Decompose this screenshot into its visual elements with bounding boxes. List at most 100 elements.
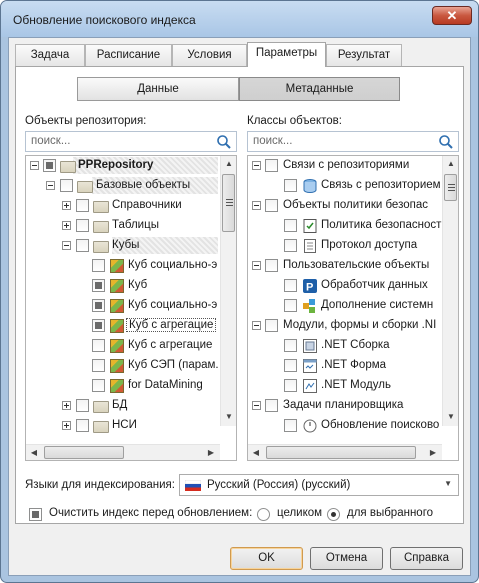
ok-button[interactable]: OK bbox=[230, 547, 303, 570]
expand-icon[interactable] bbox=[62, 201, 71, 210]
expand-icon[interactable] bbox=[62, 221, 71, 230]
checkbox[interactable] bbox=[76, 219, 89, 232]
collapse-icon[interactable] bbox=[252, 401, 261, 410]
scroll-thumb[interactable] bbox=[266, 446, 416, 459]
parameters-panel: Данные Метаданные Объекты репозитория: К… bbox=[15, 66, 464, 524]
checkbox[interactable] bbox=[92, 339, 105, 352]
checkbox[interactable] bbox=[284, 179, 297, 192]
collapse-icon[interactable] bbox=[62, 241, 71, 250]
checkbox[interactable] bbox=[265, 399, 278, 412]
scroll-left-icon[interactable]: ◀ bbox=[248, 445, 264, 460]
checkbox[interactable] bbox=[284, 419, 297, 432]
search-icon[interactable] bbox=[438, 134, 454, 150]
checkbox[interactable] bbox=[76, 419, 89, 432]
cube-icon bbox=[110, 299, 124, 313]
collapse-icon[interactable] bbox=[252, 161, 261, 170]
checkbox[interactable] bbox=[284, 339, 297, 352]
net-assembly-icon bbox=[303, 339, 317, 353]
tree-item-label: Куб социально-э bbox=[128, 299, 218, 311]
search-icon[interactable] bbox=[216, 134, 232, 150]
checkbox[interactable] bbox=[265, 259, 278, 272]
checkbox[interactable] bbox=[265, 159, 278, 172]
help-button[interactable]: Справка bbox=[390, 547, 463, 570]
collapse-icon[interactable] bbox=[30, 161, 39, 170]
tab-parameters[interactable]: Параметры bbox=[247, 42, 326, 67]
checkbox[interactable] bbox=[76, 199, 89, 212]
folder-icon bbox=[77, 181, 93, 193]
search-placeholder: поиск... bbox=[253, 135, 293, 147]
checkbox[interactable] bbox=[76, 239, 89, 252]
close-button[interactable]: ✕ bbox=[432, 6, 472, 25]
checkbox[interactable] bbox=[92, 259, 105, 272]
checkbox[interactable] bbox=[92, 299, 105, 312]
russian-flag-icon bbox=[185, 480, 201, 491]
tree-item-label: Базовые объекты bbox=[96, 179, 191, 191]
scroll-up-icon[interactable]: ▲ bbox=[221, 156, 236, 172]
cube-icon bbox=[110, 339, 124, 353]
repository-tree[interactable]: PPRepository Базовые объекты Справочники bbox=[25, 155, 237, 461]
task-icon bbox=[303, 419, 317, 433]
folder-icon bbox=[93, 201, 109, 213]
collapse-icon[interactable] bbox=[46, 181, 55, 190]
scroll-down-icon[interactable]: ▼ bbox=[443, 409, 458, 425]
data-toggle-button[interactable]: Данные bbox=[77, 77, 239, 101]
scroll-right-icon[interactable]: ▶ bbox=[203, 445, 219, 460]
collapse-icon[interactable] bbox=[252, 321, 261, 330]
checkbox[interactable] bbox=[284, 379, 297, 392]
policy-icon bbox=[303, 219, 317, 233]
languages-select[interactable]: Русский (Россия) (русский) ▼ bbox=[179, 474, 459, 496]
metadata-toggle-button[interactable]: Метаданные bbox=[239, 77, 400, 101]
checkbox[interactable] bbox=[92, 279, 105, 292]
tree-item-label: Куб bbox=[128, 279, 148, 291]
clear-all-label: целиком bbox=[277, 507, 323, 519]
tree-item-label: Куб с агрегацие bbox=[128, 339, 213, 351]
grip-line bbox=[448, 184, 455, 185]
horizontal-scrollbar[interactable]: ◀ ▶ bbox=[26, 444, 220, 460]
checkbox[interactable] bbox=[265, 319, 278, 332]
tab-task[interactable]: Задача bbox=[15, 44, 85, 66]
checkbox[interactable] bbox=[265, 199, 278, 212]
scroll-thumb[interactable] bbox=[444, 174, 457, 201]
scroll-thumb[interactable] bbox=[44, 446, 124, 459]
cancel-button[interactable]: Отмена bbox=[310, 547, 383, 570]
collapse-icon[interactable] bbox=[252, 261, 261, 270]
scroll-up-icon[interactable]: ▲ bbox=[443, 156, 458, 172]
vertical-scrollbar[interactable]: ▲ ▼ bbox=[220, 156, 236, 426]
expand-icon[interactable] bbox=[62, 421, 71, 430]
folder-icon bbox=[60, 161, 76, 173]
classes-search-input[interactable]: поиск... bbox=[247, 131, 459, 152]
checkbox[interactable] bbox=[43, 159, 56, 172]
checkbox[interactable] bbox=[60, 179, 73, 192]
checkbox[interactable] bbox=[284, 239, 297, 252]
dialog-client: Задача Расписание Условия Параметры Резу… bbox=[8, 37, 471, 576]
checkbox[interactable] bbox=[92, 319, 105, 332]
checkbox[interactable] bbox=[92, 379, 105, 392]
checkbox[interactable] bbox=[284, 359, 297, 372]
tab-result[interactable]: Результат bbox=[326, 44, 402, 66]
expand-icon[interactable] bbox=[62, 401, 71, 410]
horizontal-scrollbar[interactable]: ◀ ▶ bbox=[248, 444, 442, 460]
checkbox[interactable] bbox=[92, 359, 105, 372]
clear-all-radio[interactable] bbox=[257, 508, 270, 521]
checkbox[interactable] bbox=[284, 219, 297, 232]
tree-item-label: Политика безопасност bbox=[321, 219, 442, 231]
chevron-down-icon[interactable]: ▼ bbox=[444, 479, 452, 488]
tree-item-label: for DataMining bbox=[128, 379, 203, 391]
checkbox[interactable] bbox=[284, 279, 297, 292]
clear-index-checkbox[interactable] bbox=[29, 508, 42, 521]
scroll-down-icon[interactable]: ▼ bbox=[221, 409, 236, 425]
clear-selected-radio[interactable] bbox=[327, 508, 340, 521]
clear-index-label: Очистить индекс перед обновлением: bbox=[49, 507, 253, 519]
tab-conditions[interactable]: Условия bbox=[172, 44, 247, 66]
collapse-icon[interactable] bbox=[252, 201, 261, 210]
vertical-scrollbar[interactable]: ▲ ▼ bbox=[442, 156, 458, 426]
scroll-thumb[interactable] bbox=[222, 174, 235, 232]
folder-icon bbox=[93, 221, 109, 233]
scroll-left-icon[interactable]: ◀ bbox=[26, 445, 42, 460]
classes-tree[interactable]: Связи с репозиториями Связь с репозитори… bbox=[247, 155, 459, 461]
scroll-right-icon[interactable]: ▶ bbox=[425, 445, 441, 460]
tab-schedule[interactable]: Расписание bbox=[85, 44, 172, 66]
repository-search-input[interactable]: поиск... bbox=[25, 131, 237, 152]
checkbox[interactable] bbox=[284, 299, 297, 312]
checkbox[interactable] bbox=[76, 399, 89, 412]
